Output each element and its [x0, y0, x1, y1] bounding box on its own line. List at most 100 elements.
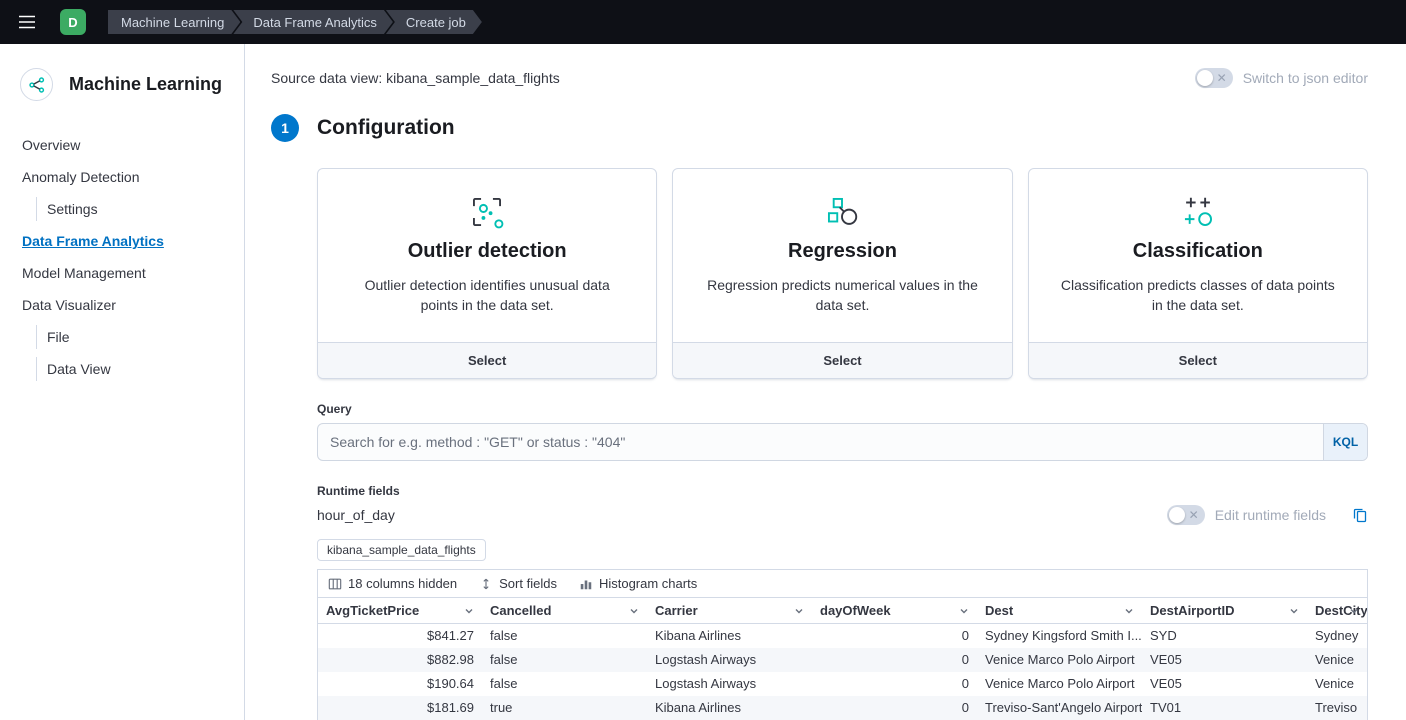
step-number-badge: 1	[271, 114, 299, 142]
sidebar-title: Machine Learning	[69, 74, 222, 95]
query-label: Query	[317, 402, 1368, 416]
breadcrumb: Machine Learning Data Frame Analytics Cr…	[108, 10, 482, 34]
grid-cell: $882.98	[318, 648, 482, 672]
grid-cell: false	[482, 648, 647, 672]
column-header[interactable]: AvgTicketPrice	[318, 598, 482, 624]
grid-cell: false	[482, 672, 647, 696]
table-row: $882.98falseLogstash Airways0Venice Marc…	[318, 648, 1367, 672]
columns-hidden-button[interactable]: 18 columns hidden	[328, 576, 457, 591]
breadcrumb-data-frame-analytics[interactable]: Data Frame Analytics	[233, 10, 393, 34]
card-title: Classification	[1059, 240, 1337, 263]
column-header[interactable]: Carrier	[647, 598, 812, 624]
grid-cell: 0	[812, 672, 977, 696]
grid-cell: 0	[812, 648, 977, 672]
toggle-x-icon: ✕	[1217, 72, 1227, 84]
columns-icon	[328, 577, 342, 591]
classification-icon	[1059, 191, 1337, 233]
select-regression-button[interactable]: Select	[673, 342, 1011, 378]
grid-cell: 0	[812, 696, 977, 720]
grid-cell: true	[482, 696, 647, 720]
grid-cell: Sydney Kingsford Smith I...	[977, 624, 1142, 648]
classification-card[interactable]: Classification Classification predicts c…	[1028, 168, 1368, 379]
column-header[interactable]: DestAirportID	[1142, 598, 1307, 624]
runtime-fields-label: Runtime fields	[317, 484, 1368, 498]
kql-button[interactable]: KQL	[1323, 424, 1367, 460]
card-description: Classification predicts classes of data …	[1059, 275, 1337, 316]
grid-cell: Venice Marco Polo Airport	[977, 672, 1142, 696]
sidebar-item-data-frame-analytics[interactable]: Data Frame Analytics	[20, 229, 230, 253]
breadcrumb-machine-learning[interactable]: Machine Learning	[108, 10, 240, 34]
outlier-detection-icon	[348, 191, 626, 233]
data-grid: 18 columns hidden Sort fields	[317, 569, 1368, 720]
json-editor-toggle-label: Switch to json editor	[1243, 70, 1368, 86]
sidebar-item-data-visualizer[interactable]: Data Visualizer	[20, 293, 230, 317]
app-header: D Machine Learning Data Frame Analytics …	[0, 0, 1406, 44]
space-avatar[interactable]: D	[60, 9, 86, 35]
sidebar: Machine Learning Overview Anomaly Detect…	[0, 44, 245, 720]
table-row: $841.27falseKibana Airlines0Sydney Kings…	[318, 624, 1367, 648]
grid-cell: Venice	[1307, 672, 1367, 696]
grid-cell: Venice Marco Polo Airport	[977, 648, 1142, 672]
grid-cell: Kibana Airlines	[647, 624, 812, 648]
chevron-down-icon[interactable]	[628, 605, 640, 617]
edit-runtime-fields-label: Edit runtime fields	[1215, 507, 1326, 523]
json-editor-toggle[interactable]: ✕	[1195, 68, 1233, 88]
source-data-view-label: Source data view: kibana_sample_data_fli…	[271, 70, 560, 86]
main-content: Source data view: kibana_sample_data_fli…	[245, 44, 1406, 720]
grid-cell: Logstash Airways	[647, 648, 812, 672]
grid-cell: 0	[812, 624, 977, 648]
outlier-detection-card[interactable]: Outlier detection Outlier detection iden…	[317, 168, 657, 379]
chevron-down-icon[interactable]	[793, 605, 805, 617]
card-title: Regression	[703, 240, 981, 263]
query-search-input[interactable]	[317, 423, 1368, 461]
grid-cell: SYD	[1142, 624, 1307, 648]
regression-icon	[703, 191, 981, 233]
grid-cell: VE05	[1142, 672, 1307, 696]
analytics-type-cards: Outlier detection Outlier detection iden…	[317, 168, 1368, 379]
card-description: Outlier detection identifies unusual dat…	[348, 275, 626, 316]
grid-cell: $841.27	[318, 624, 482, 648]
grid-cell: Treviso	[1307, 696, 1367, 720]
grid-cell: TV01	[1142, 696, 1307, 720]
sidebar-item-model-management[interactable]: Model Management	[20, 261, 230, 285]
sidebar-item-anomaly-detection[interactable]: Anomaly Detection	[20, 165, 230, 189]
grid-cell: Venice	[1307, 648, 1367, 672]
machine-learning-logo-icon	[20, 68, 53, 101]
column-header[interactable]: Dest	[977, 598, 1142, 624]
grid-table: AvgTicketPriceCancelledCarrierdayOfWeekD…	[318, 597, 1367, 720]
chevron-down-icon[interactable]	[1348, 605, 1360, 617]
sidebar-item-settings[interactable]: Settings	[36, 197, 230, 221]
grid-cell: false	[482, 624, 647, 648]
regression-card[interactable]: Regression Regression predicts numerical…	[672, 168, 1012, 379]
select-classification-button[interactable]: Select	[1029, 342, 1367, 378]
column-header[interactable]: Cancelled	[482, 598, 647, 624]
chevron-down-icon[interactable]	[463, 605, 475, 617]
column-header[interactable]: DestCityName	[1307, 598, 1367, 624]
data-view-badge: kibana_sample_data_flights	[317, 539, 486, 561]
sidebar-item-data-view[interactable]: Data View	[36, 357, 230, 381]
column-header[interactable]: dayOfWeek	[812, 598, 977, 624]
sidebar-item-overview[interactable]: Overview	[20, 133, 230, 157]
grid-cell: $181.69	[318, 696, 482, 720]
sort-icon	[479, 577, 493, 591]
grid-cell: Logstash Airways	[647, 672, 812, 696]
chevron-down-icon[interactable]	[958, 605, 970, 617]
chevron-down-icon[interactable]	[1288, 605, 1300, 617]
sidebar-nav: Overview Anomaly Detection Settings Data…	[20, 133, 230, 381]
card-title: Outlier detection	[348, 240, 626, 263]
select-outlier-button[interactable]: Select	[318, 342, 656, 378]
breadcrumb-create-job[interactable]: Create job	[386, 10, 482, 34]
chevron-down-icon[interactable]	[1123, 605, 1135, 617]
grid-cell: $190.64	[318, 672, 482, 696]
histogram-icon	[579, 577, 593, 591]
histogram-charts-button[interactable]: Histogram charts	[579, 576, 697, 591]
menu-icon[interactable]	[10, 5, 44, 39]
edit-runtime-fields-toggle[interactable]: ✕	[1167, 505, 1205, 525]
sidebar-item-file[interactable]: File	[36, 325, 230, 349]
grid-cell: Treviso-Sant'Angelo Airport	[977, 696, 1142, 720]
sort-fields-button[interactable]: Sort fields	[479, 576, 557, 591]
table-row: $190.64falseLogstash Airways0Venice Marc…	[318, 672, 1367, 696]
card-description: Regression predicts numerical values in …	[703, 275, 981, 316]
copy-icon[interactable]	[1352, 507, 1368, 523]
page-title: Configuration	[317, 116, 455, 140]
